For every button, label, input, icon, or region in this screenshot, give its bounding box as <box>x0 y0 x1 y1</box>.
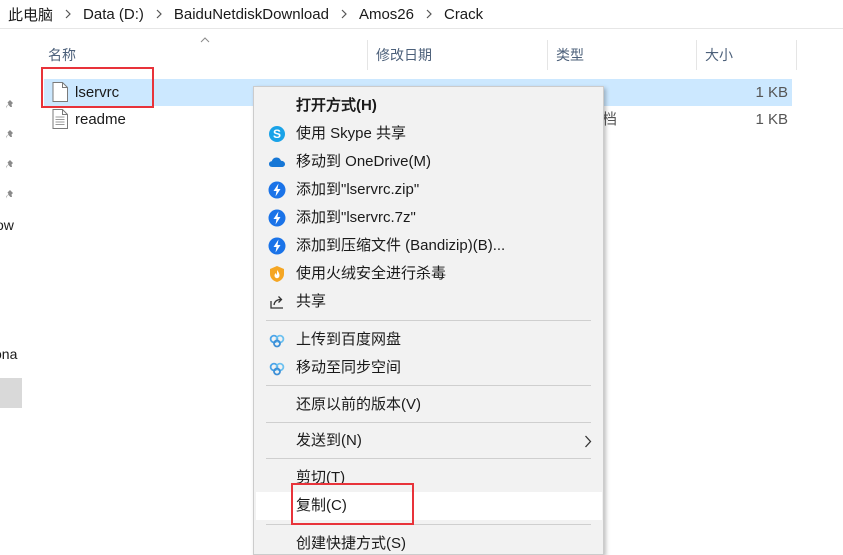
menu-item-label: 上传到百度网盘 <box>296 331 402 348</box>
menu-separator <box>266 422 591 423</box>
pin-icon[interactable] <box>4 99 16 111</box>
menu-item-label: 移动到 OneDrive(M) <box>296 153 432 170</box>
bandizip-icon <box>268 237 286 255</box>
menu-separator <box>266 320 591 321</box>
baidu-netdisk-icon <box>269 362 285 376</box>
menu-item-add-7z[interactable]: 添加到"lservrc.7z" <box>256 204 602 232</box>
bandizip-icon <box>268 209 286 227</box>
breadcrumb-data-drive[interactable]: Data (D:) <box>79 6 148 23</box>
menu-item-label: 使用 Skype 共享 <box>296 125 407 142</box>
menu-item-upload-baidu[interactable]: 上传到百度网盘 <box>256 326 602 354</box>
text-file-icon <box>52 109 68 129</box>
menu-item-add-bandizip[interactable]: 添加到压缩文件 (Bandizip)(B)... <box>256 232 602 260</box>
menu-separator <box>266 458 591 459</box>
menu-item-label: 使用火绒安全进行杀毒 <box>296 265 447 282</box>
annotation-box-file <box>41 67 154 108</box>
menu-item-label: 添加到"lservrc.7z" <box>296 209 416 226</box>
nav-item-partial[interactable]: ona <box>0 346 17 362</box>
menu-item-add-zip[interactable]: 添加到"lservrc.zip" <box>256 176 602 204</box>
menu-item-share[interactable]: 共享 <box>256 288 602 316</box>
file-type: 档 <box>602 111 618 128</box>
menu-separator <box>266 385 591 386</box>
navigation-pane: ow ona <box>0 29 22 555</box>
pin-icon[interactable] <box>4 189 16 201</box>
nav-item-partial[interactable]: ow <box>0 217 14 233</box>
file-size: 1 KB <box>755 111 788 128</box>
menu-item-share-skype[interactable]: S 使用 Skype 共享 <box>256 120 602 148</box>
skype-icon: S <box>269 126 285 142</box>
breadcrumb-baidunetdiskdownload[interactable]: BaiduNetdiskDownload <box>170 6 333 23</box>
menu-item-label: 共享 <box>296 293 327 310</box>
annotation-box-copy <box>291 483 414 525</box>
chevron-right-icon[interactable] <box>57 0 79 28</box>
menu-item-label: 创建快捷方式(S) <box>296 535 406 552</box>
column-header-size[interactable]: 大小 <box>696 40 796 70</box>
menu-item-move-onedrive[interactable]: 移动到 OneDrive(M) <box>256 148 602 176</box>
menu-item-restore-versions[interactable]: 还原以前的版本(V) <box>256 391 602 419</box>
breadcrumb: 此电脑 Data (D:) BaiduNetdiskDownload Amos2… <box>0 0 843 29</box>
chevron-right-icon[interactable] <box>333 0 355 28</box>
onedrive-icon <box>269 157 285 167</box>
breadcrumb-amos26[interactable]: Amos26 <box>355 6 418 23</box>
column-header-name[interactable]: 名称 <box>40 40 367 70</box>
share-icon <box>270 296 283 309</box>
column-header-row: 名称 修改日期 类型 大小 <box>40 37 800 70</box>
nav-item-selected[interactable] <box>0 378 22 408</box>
menu-item-send-to[interactable]: 发送到(N) <box>256 427 602 455</box>
svg-text:S: S <box>273 127 281 141</box>
file-size: 1 KB <box>755 84 788 101</box>
menu-item-huorong-scan[interactable]: 使用火绒安全进行杀毒 <box>256 260 602 288</box>
file-name: readme <box>75 111 126 128</box>
menu-item-label: 添加到压缩文件 (Bandizip)(B)... <box>296 237 506 254</box>
chevron-right-icon[interactable] <box>148 0 170 28</box>
menu-item-create-shortcut[interactable]: 创建快捷方式(S) <box>256 530 602 555</box>
huorong-icon <box>270 266 284 282</box>
chevron-right-icon[interactable] <box>418 0 440 28</box>
menu-item-open-with[interactable]: 打开方式(H) <box>256 92 602 120</box>
menu-item-label: 还原以前的版本(V) <box>296 396 421 413</box>
menu-item-label: 添加到"lservrc.zip" <box>296 181 420 198</box>
pin-icon[interactable] <box>4 159 16 171</box>
column-divider[interactable] <box>796 40 797 70</box>
menu-item-label: 打开方式(H) <box>296 97 377 114</box>
chevron-right-icon <box>585 435 592 448</box>
column-header-type[interactable]: 类型 <box>547 40 696 70</box>
menu-item-label: 发送到(N) <box>296 432 362 449</box>
baidu-netdisk-icon <box>269 334 285 348</box>
menu-item-label: 移动至同步空间 <box>296 359 402 376</box>
bandizip-icon <box>268 181 286 199</box>
menu-item-move-sync-space[interactable]: 移动至同步空间 <box>256 354 602 382</box>
breadcrumb-crack[interactable]: Crack <box>440 6 487 23</box>
column-header-date[interactable]: 修改日期 <box>367 40 547 70</box>
breadcrumb-this-pc[interactable]: 此电脑 <box>0 4 57 25</box>
pin-icon[interactable] <box>4 129 16 141</box>
